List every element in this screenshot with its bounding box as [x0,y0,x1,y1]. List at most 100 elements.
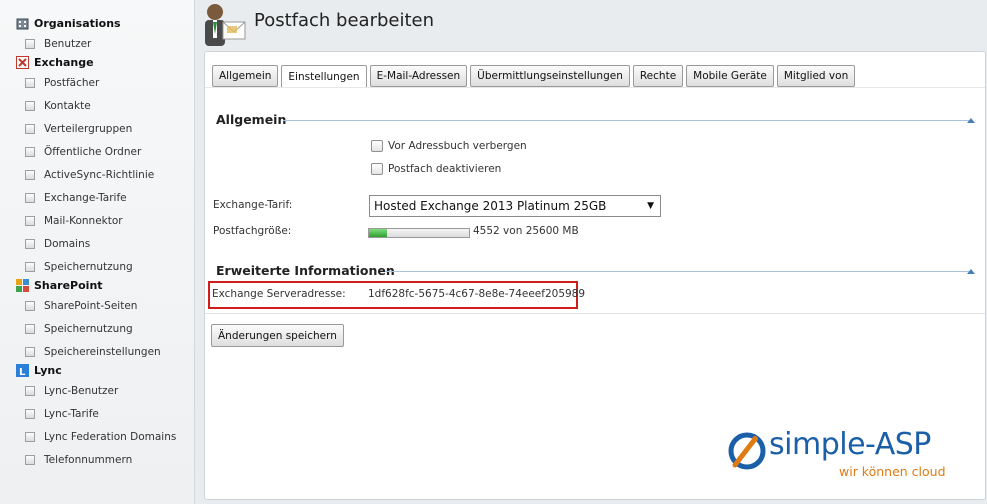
tab-label: Übermittlungseinstellungen [477,70,623,82]
section-divider [385,271,971,272]
user-mailbox-icon [200,2,248,48]
bullet-icon [25,386,35,396]
tab-rechte[interactable]: Rechte [632,65,684,87]
sidebar-item-label: Mail-Konnektor [44,215,123,227]
sidebar-item-label: Lync Federation Domains [44,431,177,443]
tab-mobile-geraete[interactable]: Mobile Geräte [686,65,774,87]
sidebar-item-lync-federation-domains[interactable]: Lync Federation Domains [25,429,176,445]
collapse-arrow-icon[interactable] [967,269,975,274]
sidebar-item-speichereinstellungen[interactable]: Speichereinstellungen [25,344,161,360]
section-divider [283,120,971,121]
sidebar-item-label: Lync-Tarife [44,408,99,420]
bullet-icon [25,101,35,111]
sidebar-item-label: Speichereinstellungen [44,346,161,358]
actions-divider [205,313,985,314]
sidebar-item-telefonnummern[interactable]: Telefonnummern [25,452,132,468]
simple-asp-logo: simple-ASP wir können cloud [725,425,975,485]
section-title-allgemein: Allgemein [216,112,287,127]
sidebar-item-lync-tarife[interactable]: Lync-Tarife [25,406,99,422]
server-address-label: Exchange Serveradresse: [212,288,346,300]
sidebar-item-verteilergruppen[interactable]: Verteilergruppen [25,121,132,137]
bullet-icon [25,147,35,157]
sidebar-item-exchange-tarife[interactable]: Exchange-Tarife [25,190,127,206]
logo-mark-icon [728,432,766,470]
sidebar-item-label: Speichernutzung [44,323,133,335]
exchange-plan-select[interactable]: Hosted Exchange 2013 Platinum 25GB ▼ [369,195,661,217]
hide-from-addressbook-checkbox[interactable]: Vor Adressbuch verbergen [371,140,527,152]
sidebar-item-label: Domains [44,238,91,250]
sidebar-item-label: Öffentliche Ordner [44,146,142,158]
tab-e-mail-adressen[interactable]: E-Mail-Adressen [369,65,468,87]
tab-bar: Allgemein Einstellungen E-Mail-Adressen … [212,65,858,88]
button-label: Änderungen speichern [218,329,337,342]
sidebar-category-organisations[interactable]: Organisations [16,15,121,31]
page-title: Postfach bearbeiten [254,10,435,31]
tab-einstellungen[interactable]: Einstellungen [281,65,367,88]
tab-label: Rechte [639,70,677,82]
disable-mailbox-checkbox[interactable]: Postfach deaktivieren [371,163,501,175]
sidebar-category-label: Exchange [34,55,94,69]
sidebar-item-kontakte[interactable]: Kontakte [25,98,91,114]
svg-text:L: L [19,367,26,377]
sidebar-item-sharepoint-seiten[interactable]: SharePoint-Seiten [25,298,137,314]
sidebar-item-label: SharePoint-Seiten [44,300,138,312]
tab-label: Allgemein [219,70,272,82]
bullet-icon [25,262,35,272]
bullet-icon [25,324,35,334]
organisation-icon [16,17,29,30]
bullet-icon [25,193,35,203]
save-changes-button[interactable]: Änderungen speichern [211,324,344,347]
bullet-icon [25,432,35,442]
sidebar-item-label: Telefonnummern [44,454,133,466]
sidebar-item-activesync-richtlinie[interactable]: ActiveSync-Richtlinie [25,167,154,183]
checkbox-label: Postfach deaktivieren [388,163,502,175]
checkbox-icon[interactable] [371,140,383,152]
sidebar-item-label: Verteilergruppen [44,123,133,135]
tab-label: E-Mail-Adressen [376,70,461,82]
sidebar-item-speichernutzung[interactable]: Speichernutzung [25,259,133,275]
logo-tagline: wir können cloud [839,464,946,479]
sidebar-item-lync-benutzer[interactable]: Lync-Benutzer [25,383,118,399]
bullet-icon [25,170,35,180]
sidebar-item-label: Postfächer [44,77,100,89]
sidebar-item-label: Benutzer [44,38,92,50]
exchange-icon [16,55,29,69]
dropdown-arrow-icon: ▼ [647,201,654,211]
sidebar-item-benutzer[interactable]: Benutzer [25,36,91,52]
bullet-icon [25,124,35,134]
sidebar-item-speichernutzung-sp[interactable]: Speichernutzung [25,321,133,337]
lync-icon: L [16,363,29,378]
tab-mitglied-von[interactable]: Mitglied von [776,65,856,87]
sidebar-item-oeffentliche-ordner[interactable]: Öffentliche Ordner [25,144,141,160]
sidebar-item-domains[interactable]: Domains [25,236,90,252]
select-value: Hosted Exchange 2013 Platinum 25GB [374,199,607,213]
sidebar-category-exchange[interactable]: Exchange [16,54,94,70]
main-panel: Allgemein Einstellungen E-Mail-Adressen … [204,51,986,500]
bullet-icon [25,216,35,226]
checkbox-icon[interactable] [371,163,383,175]
sidebar-category-lync[interactable]: L Lync [16,362,62,378]
mailbox-size-progress [368,228,470,238]
sidebar-nav: Organisations Benutzer Exchange Postfäch… [0,0,195,504]
checkbox-label: Vor Adressbuch verbergen [388,140,527,152]
bullet-icon [25,301,35,311]
sidebar-item-label: Lync-Benutzer [44,385,119,397]
sidebar-item-label: Kontakte [44,100,91,112]
collapse-arrow-icon[interactable] [967,118,975,123]
mailbox-size-text: 4552 von 25600 MB [473,225,579,237]
sidebar-item-label: Exchange-Tarife [44,192,127,204]
section-title-erweiterte-informationen: Erweiterte Informationen [216,263,395,278]
sidebar-item-label: Speichernutzung [44,261,133,273]
bullet-icon [25,78,35,88]
sharepoint-icon [16,278,29,292]
sidebar-category-sharepoint[interactable]: SharePoint [16,277,103,293]
tab-label: Einstellungen [288,70,360,83]
tab-allgemein[interactable]: Allgemein [212,65,279,87]
sidebar-item-postfaecher[interactable]: Postfächer [25,75,99,91]
bullet-icon [25,39,35,49]
logo-name: simple-ASP [769,427,931,462]
server-address-value: 1df628fc-5675-4c67-8e8e-74eeef205989 [368,288,586,300]
tab-uebermittlungseinstellungen[interactable]: Übermittlungseinstellungen [470,65,630,87]
exchange-plan-label: Exchange-Tarif: [213,199,293,211]
sidebar-item-mail-konnektor[interactable]: Mail-Konnektor [25,213,123,229]
